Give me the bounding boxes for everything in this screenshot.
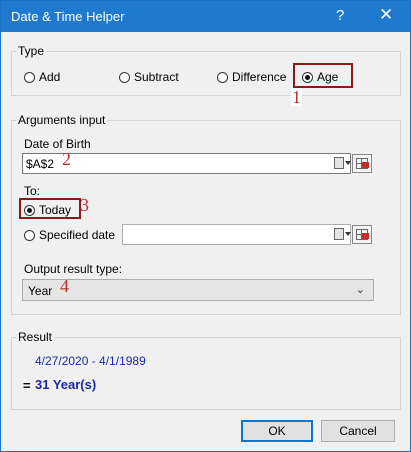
result-legend: Result bbox=[18, 330, 53, 344]
title-bar: Date & Time Helper ? ✕ bbox=[1, 1, 410, 32]
chevron-down-icon: ⌄ bbox=[355, 284, 365, 296]
specified-date-input[interactable] bbox=[122, 224, 351, 245]
result-equals-sign: = bbox=[23, 378, 31, 393]
type-legend: Type bbox=[18, 44, 45, 58]
radio-specified-date-label: Specified date bbox=[39, 228, 116, 242]
to-label: To: bbox=[24, 184, 41, 198]
output-result-type-value: Year bbox=[28, 284, 53, 298]
radio-difference-label: Difference bbox=[232, 70, 287, 84]
radio-specified-date[interactable]: Specified date bbox=[24, 228, 115, 242]
radio-specified-date-dot[interactable] bbox=[24, 229, 35, 241]
result-formula: 4/27/2020 - 4/1/1989 bbox=[35, 354, 146, 368]
dob-date-picker-icon[interactable] bbox=[334, 157, 351, 170]
help-icon[interactable]: ? bbox=[336, 7, 344, 24]
date-time-helper-dialog: Date & Time Helper ? ✕ Type Add Subtract… bbox=[0, 0, 411, 452]
radio-age-dot[interactable] bbox=[302, 71, 313, 83]
radio-subtract[interactable]: Subtract bbox=[119, 70, 179, 84]
radio-today-label: Today bbox=[39, 203, 72, 217]
cancel-button[interactable]: Cancel bbox=[321, 420, 395, 442]
dob-range-select-icon[interactable] bbox=[352, 154, 372, 173]
output-result-type-select[interactable]: Year ⌄ bbox=[22, 279, 374, 301]
radio-add-dot[interactable] bbox=[24, 71, 35, 83]
callout-4: 4 bbox=[60, 276, 69, 296]
radio-age[interactable]: Age bbox=[302, 70, 338, 84]
callout-2: 2 bbox=[62, 149, 71, 169]
radio-add-label: Add bbox=[39, 70, 61, 84]
radio-difference-dot[interactable] bbox=[217, 71, 228, 83]
result-group: Result bbox=[11, 330, 401, 410]
radio-today-dot[interactable] bbox=[24, 204, 35, 216]
dob-label: Date of Birth bbox=[24, 137, 91, 151]
radio-difference[interactable]: Difference bbox=[217, 70, 286, 84]
radio-add[interactable]: Add bbox=[24, 70, 60, 84]
callout-3: 3 bbox=[80, 195, 89, 215]
radio-subtract-dot[interactable] bbox=[119, 71, 130, 83]
arguments-legend: Arguments input bbox=[18, 113, 106, 127]
specified-date-range-select-icon[interactable] bbox=[352, 225, 372, 244]
result-value: 31 Year(s) bbox=[35, 377, 97, 392]
close-icon[interactable]: ✕ bbox=[379, 5, 393, 25]
radio-age-label: Age bbox=[317, 70, 339, 84]
radio-today[interactable]: Today bbox=[24, 203, 71, 217]
ok-button[interactable]: OK bbox=[241, 420, 313, 442]
output-result-type-label: Output result type: bbox=[24, 262, 123, 276]
callout-1: 1 bbox=[291, 87, 302, 107]
radio-subtract-label: Subtract bbox=[134, 70, 179, 84]
dob-value: $A$2 bbox=[26, 157, 55, 171]
specified-date-picker-icon[interactable] bbox=[334, 228, 351, 241]
window-title: Date & Time Helper bbox=[11, 9, 125, 24]
